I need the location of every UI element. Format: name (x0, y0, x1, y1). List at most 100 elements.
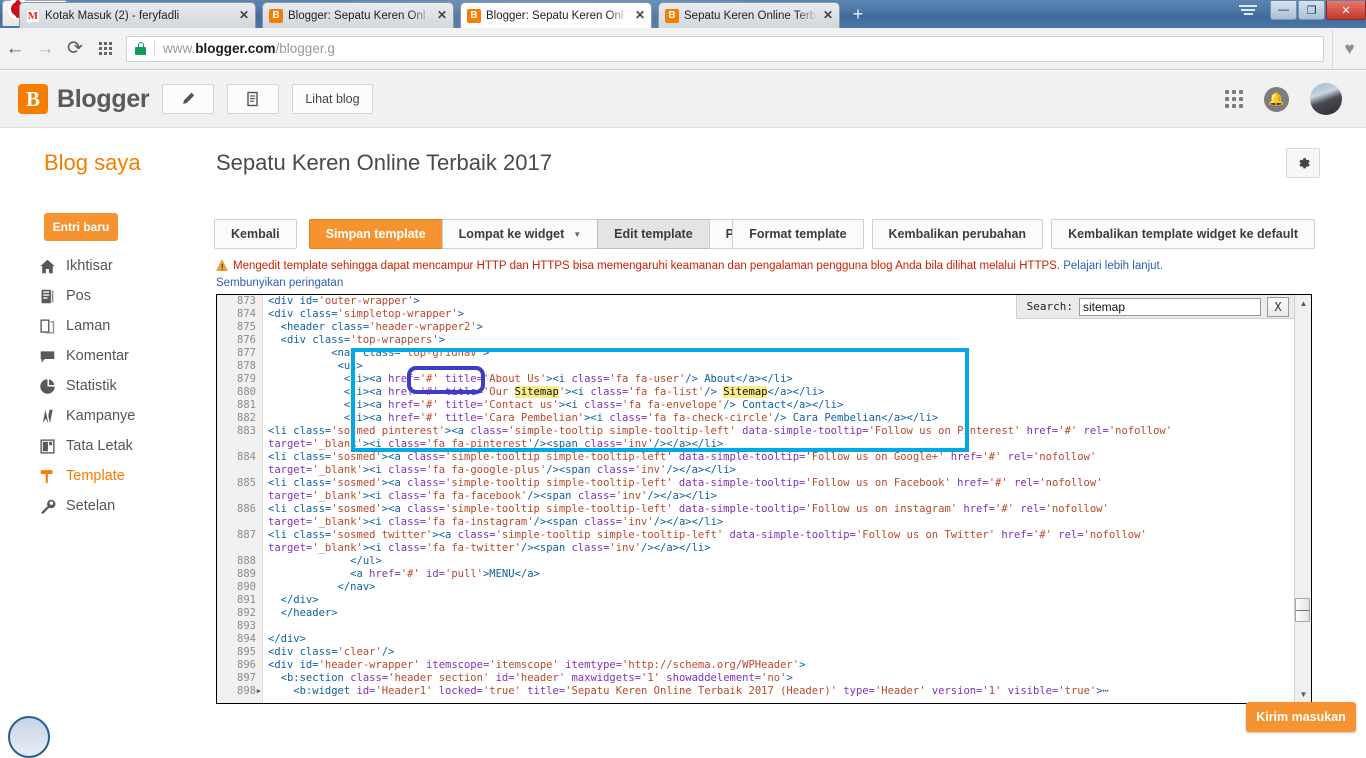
code-token: ><a (432, 529, 457, 541)
code-token: /> (382, 646, 395, 658)
code-token: 'fa fa-user' (609, 373, 685, 385)
tab-close-icon[interactable]: ✕ (633, 9, 647, 23)
all-posts-button[interactable] (227, 84, 279, 114)
url-text: www.blogger.com/blogger.g (163, 41, 335, 56)
heart-icon[interactable]: ♥ (1332, 29, 1366, 69)
tab-menu-icon[interactable] (1238, 5, 1258, 23)
save-template-button[interactable]: Simpan template (309, 219, 443, 249)
scroll-up-arrow-icon[interactable]: ▲ (1295, 295, 1312, 312)
fold-triangle-icon[interactable]: ▶ (257, 685, 261, 698)
code-line: <li class='sosmed pinterest'><a class='s… (268, 425, 1293, 438)
pie-chart-icon (38, 377, 57, 396)
jump-to-widget-button[interactable]: Lompat ke widget ▼ (442, 219, 599, 249)
sidebar-item-setelan[interactable]: Setelan (38, 491, 206, 521)
code-token: 'About Us' (483, 373, 546, 385)
line-number: 895 (217, 646, 262, 659)
sidebar-item-pos[interactable]: Pos (38, 281, 206, 311)
my-blogs-link[interactable]: Blog saya (44, 150, 141, 176)
new-post-button[interactable]: Entri baru (44, 213, 118, 241)
format-template-button[interactable]: Format template (732, 219, 863, 249)
search-match-highlight: Sitemap (515, 386, 559, 398)
forward-icon[interactable]: → (30, 34, 60, 64)
template-code-editor[interactable]: 8738748758768778788798808818828838848858… (216, 294, 1312, 704)
sidebar-item-label: Tata Letak (66, 438, 133, 454)
code-token: 'pull' (445, 568, 483, 580)
code-token: ><i (559, 399, 584, 411)
hide-warning-link[interactable]: Sembunyikan peringatan (216, 275, 1306, 291)
back-button[interactable]: Kembali (214, 219, 297, 249)
revert-widget-default-button[interactable]: Kembalikan template widget ke default (1051, 219, 1315, 249)
edit-template-tab[interactable]: Edit template (597, 219, 710, 249)
speed-dial-icon[interactable] (90, 34, 120, 64)
code-token: 'fa fa-list' (628, 386, 704, 398)
tab-close-icon[interactable]: ✕ (435, 9, 449, 23)
code-token: 'nofollow' (1033, 451, 1096, 463)
sidebar-item-ikhtisar[interactable]: Ikhtisar (38, 251, 206, 281)
send-feedback-button[interactable]: Kirim masukan (1246, 702, 1356, 732)
code-line: target='_blank'><i class='fa fa-google-p… (268, 464, 1293, 477)
tab-close-icon[interactable]: ✕ (237, 9, 251, 23)
settings-gear-button[interactable] (1286, 148, 1320, 178)
scroll-down-arrow-icon[interactable]: ▼ (1295, 686, 1312, 703)
code-line: <header class='header-wrapper2'> (268, 321, 1293, 334)
sidebar-item-komentar[interactable]: Komentar (38, 341, 206, 371)
reload-icon[interactable]: ⟳ (60, 34, 90, 64)
code-token: <li><a (268, 399, 388, 411)
browser-tab-1[interactable]: MKotak Masuk (2) - feryfadli✕ (19, 2, 256, 28)
code-line: <li class='sosmed'><a class='simple-tool… (268, 477, 1293, 490)
close-search-button[interactable]: X (1267, 297, 1289, 317)
code-token: target= (268, 464, 312, 476)
code-token: href= (388, 386, 420, 398)
code-token: ><i (565, 386, 590, 398)
scrollbar-thumb[interactable] (1295, 598, 1310, 622)
revert-changes-button[interactable]: Kembalikan perubahan (872, 219, 1044, 249)
code-token: ><i (363, 490, 388, 502)
edit-post-button[interactable] (162, 84, 214, 114)
learn-more-link[interactable]: Pelajari lebih lanjut. (1063, 260, 1163, 272)
apps-grid-icon[interactable] (1225, 90, 1243, 108)
browser-tab-4[interactable]: BSepatu Keren Online Terba✕ (658, 2, 840, 28)
tab-close-icon[interactable]: ✕ (821, 9, 835, 23)
code-token: 'fa fa-pinterest' (426, 438, 533, 450)
line-number: 893 (217, 620, 262, 633)
sidebar-item-kampanye[interactable]: Kampanye (38, 401, 206, 431)
notifications-bell-icon[interactable]: 🔔 (1264, 87, 1289, 112)
code-token: <b:section (268, 672, 350, 684)
code-token: '1' (982, 685, 1001, 697)
editor-code-area[interactable]: <div id='outer-wrapper'><div class='simp… (264, 295, 1293, 703)
campaign-icon (38, 407, 57, 426)
search-input[interactable]: sitemap (1079, 298, 1261, 316)
code-token: ><a (445, 425, 470, 437)
line-number: 887 (217, 529, 262, 542)
code-token: 'fa fa-twitter' (426, 542, 521, 554)
code-token: 'http://schema.org/WPHeader' (622, 659, 799, 671)
address-bar[interactable]: www.blogger.com/blogger.g (126, 36, 1324, 62)
avatar[interactable] (1310, 83, 1342, 115)
new-tab-button[interactable]: + (849, 6, 867, 24)
code-token: ><i (363, 438, 388, 450)
back-icon[interactable]: ← (0, 34, 30, 64)
window-minimize-button[interactable]: — (1270, 1, 1297, 20)
window-maximize-button[interactable]: ❐ (1298, 1, 1325, 20)
code-token: 'top-wrappers' (350, 334, 439, 346)
editor-scrollbar[interactable]: ▲ ▼ (1294, 295, 1311, 703)
code-token: class= (609, 412, 647, 424)
browser-tab-2[interactable]: BBlogger: Sepatu Keren Onl✕ (262, 2, 454, 28)
browser-tab-3[interactable]: BBlogger: Sepatu Keren Onl✕ (460, 2, 652, 28)
view-blog-button[interactable]: Lihat blog (292, 84, 372, 114)
code-token: data-simple-tooltip= (673, 477, 806, 489)
code-line: <a href='#' id='pull'>MENU</a> (268, 568, 1293, 581)
pages-icon (38, 317, 57, 336)
sidebar-item-laman[interactable]: Laman (38, 311, 206, 341)
code-token: 'sosmed' (331, 477, 382, 489)
code-token: 'simple-tooltip simple-tooltip-left' (445, 451, 673, 463)
blogger-logo-icon[interactable]: B (18, 84, 48, 114)
window-close-button[interactable]: ✕ (1326, 1, 1366, 20)
editor-search-bar[interactable]: Search: sitemap X (1016, 295, 1294, 319)
sidebar-item-template[interactable]: Template (38, 461, 206, 491)
code-token: '#' (995, 503, 1014, 515)
sidebar-item-label: Template (66, 468, 125, 484)
sidebar-item-tata-letak[interactable]: Tata Letak (38, 431, 206, 461)
code-token: 'simpletop-wrapper' (338, 308, 458, 320)
sidebar-item-statistik[interactable]: Statistik (38, 371, 206, 401)
